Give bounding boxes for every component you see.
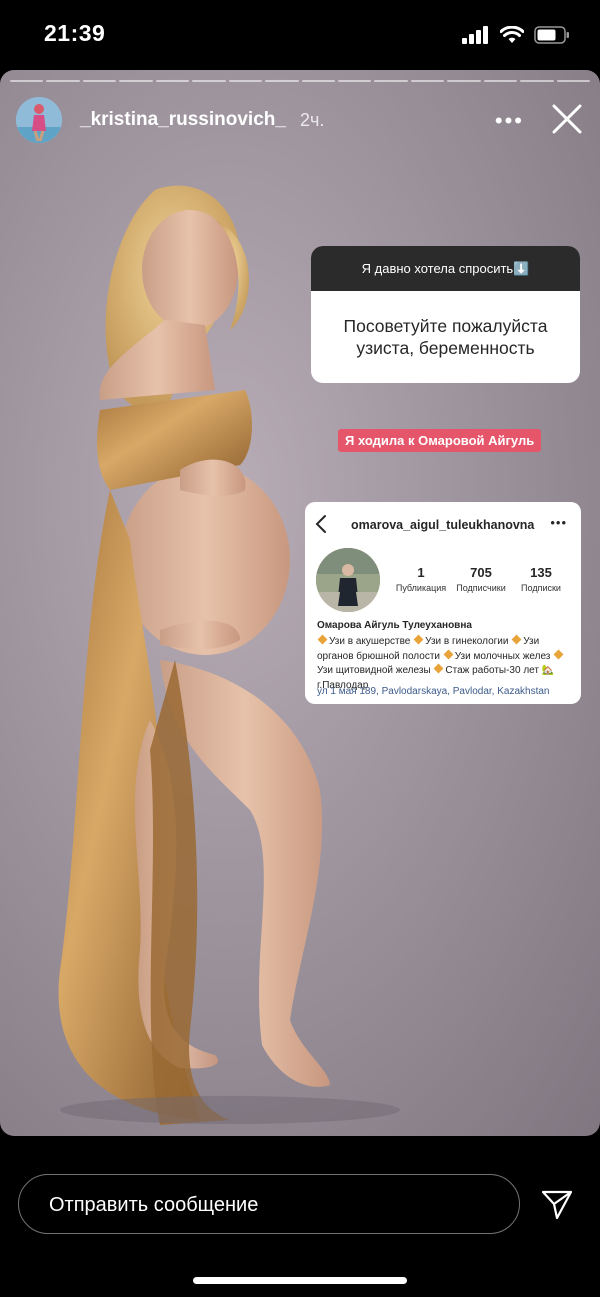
progress-segment	[520, 80, 554, 82]
story-header: _kristina_russinovich_ 2ч. •••	[16, 96, 584, 144]
story-time-ago: 2ч.	[299, 109, 325, 130]
profile-handle: omarova_aigul_tuleukhanovna	[351, 518, 535, 532]
progress-segment	[10, 80, 44, 82]
cellular-signal-icon	[462, 26, 488, 44]
progress-segment	[46, 80, 80, 82]
progress-segment	[301, 80, 335, 82]
progress-segment	[119, 80, 153, 82]
progress-segment	[82, 80, 117, 82]
avatar-image	[16, 97, 62, 143]
more-dots-icon[interactable]: •••	[495, 108, 524, 134]
profile-address: ул 1 мая 189, Pavlodarskaya, Pavlodar, K…	[317, 686, 550, 697]
story-username[interactable]: _kristina_russinovich_	[80, 109, 286, 131]
progress-segment	[337, 80, 372, 82]
progress-segment	[483, 80, 518, 82]
progress-segment	[155, 80, 190, 82]
status-time: 21:39	[44, 20, 106, 46]
progress-segment	[410, 80, 445, 82]
progress-segment	[192, 80, 226, 82]
question-prompt: Я давно хотела спросить⬇️	[311, 246, 580, 291]
stat-following: 135 Подписки	[521, 565, 561, 593]
message-input-container	[18, 1174, 520, 1234]
progress-segment	[228, 80, 263, 82]
stat-followers: 705 Подписчики	[456, 565, 506, 593]
stat-posts: 1 Публикация	[395, 565, 447, 593]
profile-screenshot: omarova_aigul_tuleukhanovna ••• 1 Публик…	[305, 502, 581, 704]
profile-avatar	[316, 548, 380, 612]
progress-segment	[265, 80, 299, 82]
home-indicator	[193, 1277, 407, 1284]
message-input[interactable]	[47, 1189, 491, 1221]
back-chevron-icon	[315, 515, 326, 533]
progress-segment	[374, 80, 408, 82]
wifi-icon	[500, 26, 524, 43]
close-icon[interactable]	[550, 102, 584, 136]
story-progress-bar	[10, 80, 590, 82]
story-container[interactable]: _kristina_russinovich_ 2ч. ••• Я давно х…	[0, 70, 600, 1136]
send-icon[interactable]	[540, 1187, 574, 1221]
progress-segment	[447, 80, 481, 82]
story-avatar[interactable]	[16, 97, 62, 143]
question-sticker: Я давно хотела спросить⬇️ Посоветуйте по…	[311, 246, 580, 383]
status-bar: 21:39	[0, 0, 600, 70]
answer-tag: Я ходила к Омаровой Айгуль	[338, 429, 542, 452]
progress-segment	[556, 80, 590, 82]
question-text: Посоветуйте пожалуйста узиста, беременно…	[343, 316, 548, 358]
profile-bio: Узи в акушерстве Узи в гинекологии Узи о…	[317, 634, 575, 693]
profile-full-name: Омарова Айгуль Тулеухановна	[317, 620, 472, 631]
battery-icon	[534, 26, 569, 44]
profile-more-icon: •••	[550, 515, 567, 530]
